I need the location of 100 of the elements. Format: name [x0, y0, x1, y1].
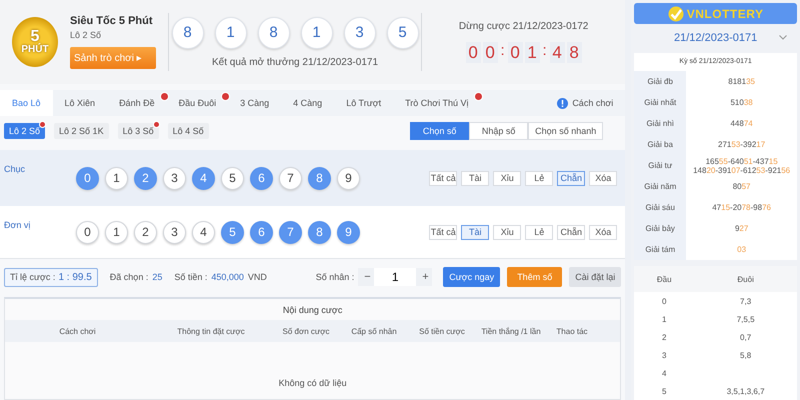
prize-name: Giải nhì [634, 113, 686, 134]
game-tab[interactable]: Lô Xiên [52, 90, 108, 116]
number-ball[interactable]: 3 [163, 220, 186, 244]
amount-label: Số tiền : [174, 272, 208, 282]
game-tab[interactable]: 3 Càng [228, 90, 282, 116]
quick-pick-button[interactable]: Lẻ [525, 224, 554, 240]
result-ball: 8 [172, 16, 204, 48]
column-header: Tiền thắng /1 lần [480, 326, 542, 336]
column-header: Thông tin đặt cược [176, 326, 246, 336]
number-ball[interactable]: 1 [105, 166, 128, 190]
mode-tab[interactable]: Nhập số [469, 122, 528, 140]
subtab[interactable]: Lô 2 Số [4, 123, 46, 139]
subtab[interactable]: Lô 3 Số [118, 123, 159, 139]
table-cell-text: 1 [661, 314, 668, 324]
column-header: Đuôi [736, 274, 755, 284]
prize-name: Giải tám [634, 239, 686, 260]
quick-pick-button[interactable]: Xóa [589, 224, 618, 240]
multiplier-label: Số nhân : [316, 272, 354, 282]
countdown-digit: : [500, 42, 506, 61]
game-tab[interactable]: Đầu Đuôi [166, 90, 228, 116]
result-ball: 3 [344, 16, 376, 48]
empty-message: Không có dữ liệu [278, 378, 347, 388]
table-cell-text: 0 [661, 296, 668, 306]
number-ball[interactable]: 9 [337, 166, 360, 190]
quick-pick-button[interactable]: Xóa [589, 170, 618, 186]
number-ball[interactable]: 5 [221, 166, 244, 190]
multiplier-field[interactable]: 1 [374, 268, 416, 286]
game-tab[interactable]: 4 Càng [281, 90, 334, 116]
column-header: Đầu [656, 274, 673, 284]
number-ball[interactable]: 2 [134, 220, 157, 244]
chosen-label: Đã chọn : [110, 272, 148, 282]
increment-button[interactable]: + [416, 270, 432, 284]
action-button[interactable]: Cài đặt lại [569, 267, 622, 287]
countdown-digit: 1 [524, 42, 540, 63]
number-ball[interactable]: 4 [192, 220, 215, 244]
chevron-down-icon [779, 35, 787, 40]
row-label: Đơn vị [4, 220, 32, 230]
prize-number: 818135 [728, 77, 755, 86]
game-tab[interactable]: Trò Chơi Thú Vị [393, 90, 481, 116]
table-cell-text: 4 [661, 368, 668, 378]
game-tab[interactable]: Đánh Đề [107, 90, 167, 116]
table-cell-text: 7,5,5 [736, 314, 756, 324]
draw-selector[interactable]: 21/12/2023-0171 [674, 32, 758, 44]
subtab[interactable]: Lô 2 Số 1K [54, 123, 109, 139]
prize-name: Giải năm [634, 176, 686, 197]
countdown-digit: 4 [550, 42, 565, 63]
countdown-digit: : [542, 42, 548, 61]
quick-pick-button[interactable]: Tất cả [429, 224, 458, 240]
quick-pick-button[interactable]: Tài [461, 224, 490, 240]
quick-pick-button[interactable]: Chẵn [557, 224, 586, 240]
number-ball[interactable]: 3 [163, 166, 186, 190]
quick-pick-button[interactable]: Chẵn [557, 170, 586, 186]
column-header: Số tiền cược [418, 326, 466, 336]
mode-tab[interactable]: Chọn số nhanh [528, 122, 604, 140]
table-cell-text: 2 [661, 332, 668, 342]
chosen-value: 25 [152, 272, 162, 282]
game-subtitle: Lô 2 Số [70, 30, 102, 40]
number-ball[interactable]: 1 [105, 220, 128, 244]
logo-text: VNLOTTERY [686, 6, 764, 21]
prize-number: 27153-39217 [718, 140, 766, 149]
countdown-digit: 0 [508, 42, 523, 63]
prize-name: Giải bảy [634, 218, 686, 239]
prize-number: 51038 [730, 98, 753, 107]
quick-pick-button[interactable]: Xỉu [493, 170, 522, 186]
mode-tab[interactable]: Chọn số [410, 122, 470, 140]
subtab[interactable]: Lô 4 Số [168, 123, 209, 139]
result-ball: 1 [300, 16, 332, 48]
column-header: Cấp số nhân [350, 326, 398, 336]
result-ball: 8 [258, 16, 290, 48]
column-header: Thao tác [555, 326, 589, 336]
quick-pick-button[interactable]: Tài [461, 170, 490, 186]
number-ball[interactable]: 7 [279, 166, 302, 190]
info-icon [557, 98, 568, 108]
quick-pick-button[interactable]: Lẻ [525, 170, 554, 186]
table-cell-text: 5 [661, 386, 668, 396]
prize-name: Giải đb [634, 71, 686, 92]
countdown-digit: 8 [566, 42, 582, 63]
game-tab[interactable]: Bao Lô [0, 90, 53, 116]
game-title: Siêu Tốc 5 Phút [70, 15, 154, 27]
number-ball[interactable]: 0 [76, 220, 99, 244]
prize-number: 14820-39107-61253-92156 [693, 166, 790, 174]
quick-pick-button[interactable]: Tất cả [429, 170, 458, 186]
game-badge-icon: 5 PHÚT [12, 17, 58, 67]
quick-pick-button[interactable]: Xỉu [493, 224, 522, 240]
prize-name: Giải ba [634, 134, 686, 155]
help-link[interactable]: Cách chơi [572, 98, 614, 108]
action-button[interactable]: Cược ngay [443, 267, 500, 287]
game-tab[interactable]: Lô Trượt [334, 90, 394, 116]
currency: VND [248, 272, 267, 282]
table-cell-text: 0,7 [739, 332, 752, 342]
countdown-digit: 0 [466, 42, 481, 63]
odds-box: Tỉ lệ cược : 1 : 99.5 [4, 268, 98, 286]
table-cell-text: 3,5,1,3,6,7 [726, 386, 766, 396]
result-caption: Kết quả mở thưởng 21/12/2023-0171 [212, 56, 378, 68]
table-cell-text: 5,8 [739, 350, 752, 360]
decrement-button[interactable]: − [358, 270, 374, 284]
row-label: Chục [4, 164, 26, 174]
prize-name: Giải nhất [634, 92, 686, 113]
prize-name: Giải tư [634, 155, 686, 176]
amount-value: 450,000 [211, 272, 244, 282]
